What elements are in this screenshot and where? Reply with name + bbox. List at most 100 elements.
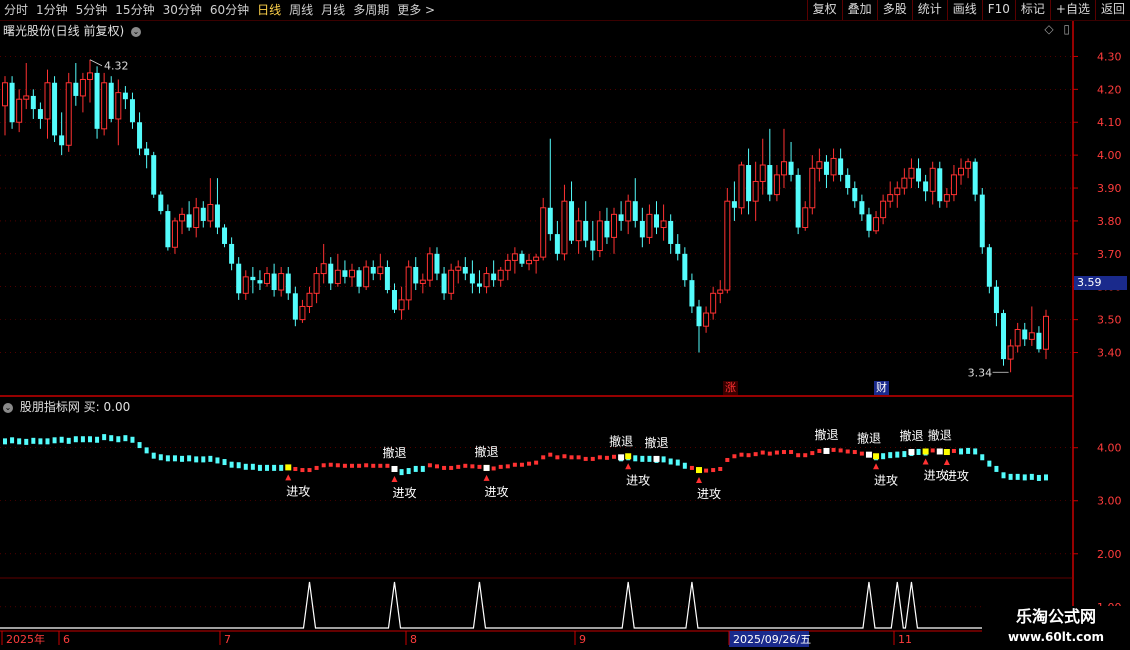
candle-body — [1022, 329, 1028, 340]
indicator-bar — [661, 456, 666, 463]
period-tab[interactable]: 月线 — [317, 0, 349, 20]
candle-body — [561, 200, 568, 255]
indicator-bar — [1015, 473, 1020, 480]
tool-button[interactable]: +自选 — [1049, 0, 1095, 20]
tool-button[interactable]: F10 — [981, 0, 1015, 20]
candle-body — [320, 263, 327, 275]
indicator-bar — [1008, 473, 1013, 480]
candle-body — [972, 161, 978, 195]
price-tick-label: 3.80 — [1097, 215, 1122, 228]
tool-button[interactable]: 叠加 — [841, 0, 877, 20]
attack-mark — [285, 464, 292, 471]
indicator-bar — [682, 462, 687, 469]
indicator-bar — [930, 448, 935, 453]
candle-body — [873, 217, 880, 232]
candle-body — [838, 158, 844, 175]
diamond-icon[interactable]: ◇ — [1044, 22, 1053, 36]
indicator-bar — [300, 468, 305, 473]
candle-body — [731, 201, 737, 208]
candle-body — [696, 306, 702, 327]
attack-signal-label: 进攻 — [945, 469, 969, 483]
period-tab[interactable]: 分时 — [0, 0, 32, 20]
indicator-bar — [966, 447, 971, 454]
sub-title-text: 股朋指标网 买: 0.00 — [19, 400, 131, 414]
retreat-signal-label: 撤退 — [928, 427, 952, 442]
candle-body — [639, 220, 645, 238]
chart-settings: ◇ ▯ — [1044, 22, 1070, 36]
period-tab[interactable]: 60分钟 — [206, 0, 253, 20]
indicator-bar — [265, 464, 270, 471]
candle-body — [122, 92, 128, 100]
indicator-bar — [243, 463, 248, 470]
period-tab[interactable]: 日线 — [253, 0, 285, 20]
period-tab[interactable]: 多周期 — [349, 0, 393, 20]
date-label: 2025/09/26/五 — [733, 633, 811, 646]
chevron-down-icon[interactable]: ⌄ — [3, 402, 13, 413]
tool-button[interactable]: 返回 — [1094, 0, 1130, 20]
indicator-bar — [548, 452, 553, 457]
indicator-bar — [385, 463, 390, 468]
candle-body — [937, 168, 943, 202]
tool-button[interactable]: 多股 — [876, 0, 912, 20]
candle-body — [866, 214, 872, 231]
attack-mark — [625, 453, 632, 460]
candle-body — [916, 168, 922, 182]
indicator-bar — [895, 451, 900, 458]
indicator-bar — [1029, 473, 1034, 480]
indicator-bar — [66, 437, 71, 444]
period-tab[interactable]: 更多 > — [393, 0, 439, 20]
chevron-down-icon[interactable]: ⌄ — [131, 26, 142, 37]
tool-button[interactable]: 标记 — [1014, 0, 1050, 20]
period-tab[interactable]: 30分钟 — [159, 0, 206, 20]
indicator-bar — [1036, 474, 1041, 481]
kline-chart[interactable]: 进攻 进攻 进攻进攻进攻进攻 进攻进攻撤退 撤退撤退 撤退撤退 撤退 撤退 撤退 4.304.2… — [0, 0, 1130, 650]
tool-button[interactable]: 画线 — [946, 0, 982, 20]
candle-body — [391, 290, 397, 310]
indicator-bar — [279, 464, 284, 471]
indicator-bar — [569, 455, 574, 460]
marker-rise[interactable]: 涨 — [723, 381, 738, 395]
period-tab[interactable]: 15分钟 — [111, 0, 158, 20]
indicator-bar — [17, 438, 22, 445]
indicator-bar — [732, 454, 737, 459]
indicator-bar — [342, 463, 347, 468]
period-tab[interactable]: 1分钟 — [32, 0, 72, 20]
candle-body — [250, 276, 256, 281]
candle-body — [852, 188, 858, 202]
candle-body — [65, 82, 72, 146]
candle-body — [823, 161, 829, 175]
indicator-bar — [357, 463, 362, 468]
candle-body — [462, 266, 468, 274]
marker-finance[interactable]: 财 — [874, 381, 889, 395]
period-tab[interactable]: 周线 — [285, 0, 317, 20]
expand-icon[interactable]: ▯ — [1063, 22, 1070, 36]
indicator-bar — [959, 448, 964, 455]
indicator-bar — [165, 455, 170, 462]
indicator-bar — [130, 436, 135, 443]
tool-button[interactable]: 统计 — [911, 0, 947, 20]
indicator-bar — [151, 452, 156, 459]
indicator-bar — [498, 464, 503, 469]
indicator-bar — [994, 465, 999, 472]
indicator-bar — [916, 448, 921, 455]
watermark-logo: 乐淘公式网 www.60lt.com — [982, 606, 1130, 650]
retreat-mark — [483, 464, 490, 471]
candle-body — [689, 280, 695, 307]
indicator-bar — [449, 465, 454, 470]
watermark-line1: 乐淘公式网 — [1015, 607, 1096, 626]
candle-body — [37, 109, 43, 119]
candle-body — [476, 283, 482, 287]
indicator-bar — [845, 449, 850, 454]
attack-arrow-icon — [285, 474, 292, 481]
attack-arrow-icon — [696, 477, 702, 484]
candle-body — [306, 292, 313, 307]
tool-button[interactable]: 复权 — [806, 0, 842, 20]
candle-body — [292, 293, 298, 320]
price-tick-label: 4.20 — [1097, 83, 1122, 96]
indicator-bar — [647, 455, 652, 462]
candle-body — [94, 72, 100, 129]
attack-arrow-icon — [391, 475, 398, 482]
period-tab[interactable]: 5分钟 — [72, 0, 112, 20]
candle-body — [682, 253, 688, 281]
indicator-bar — [250, 463, 255, 470]
